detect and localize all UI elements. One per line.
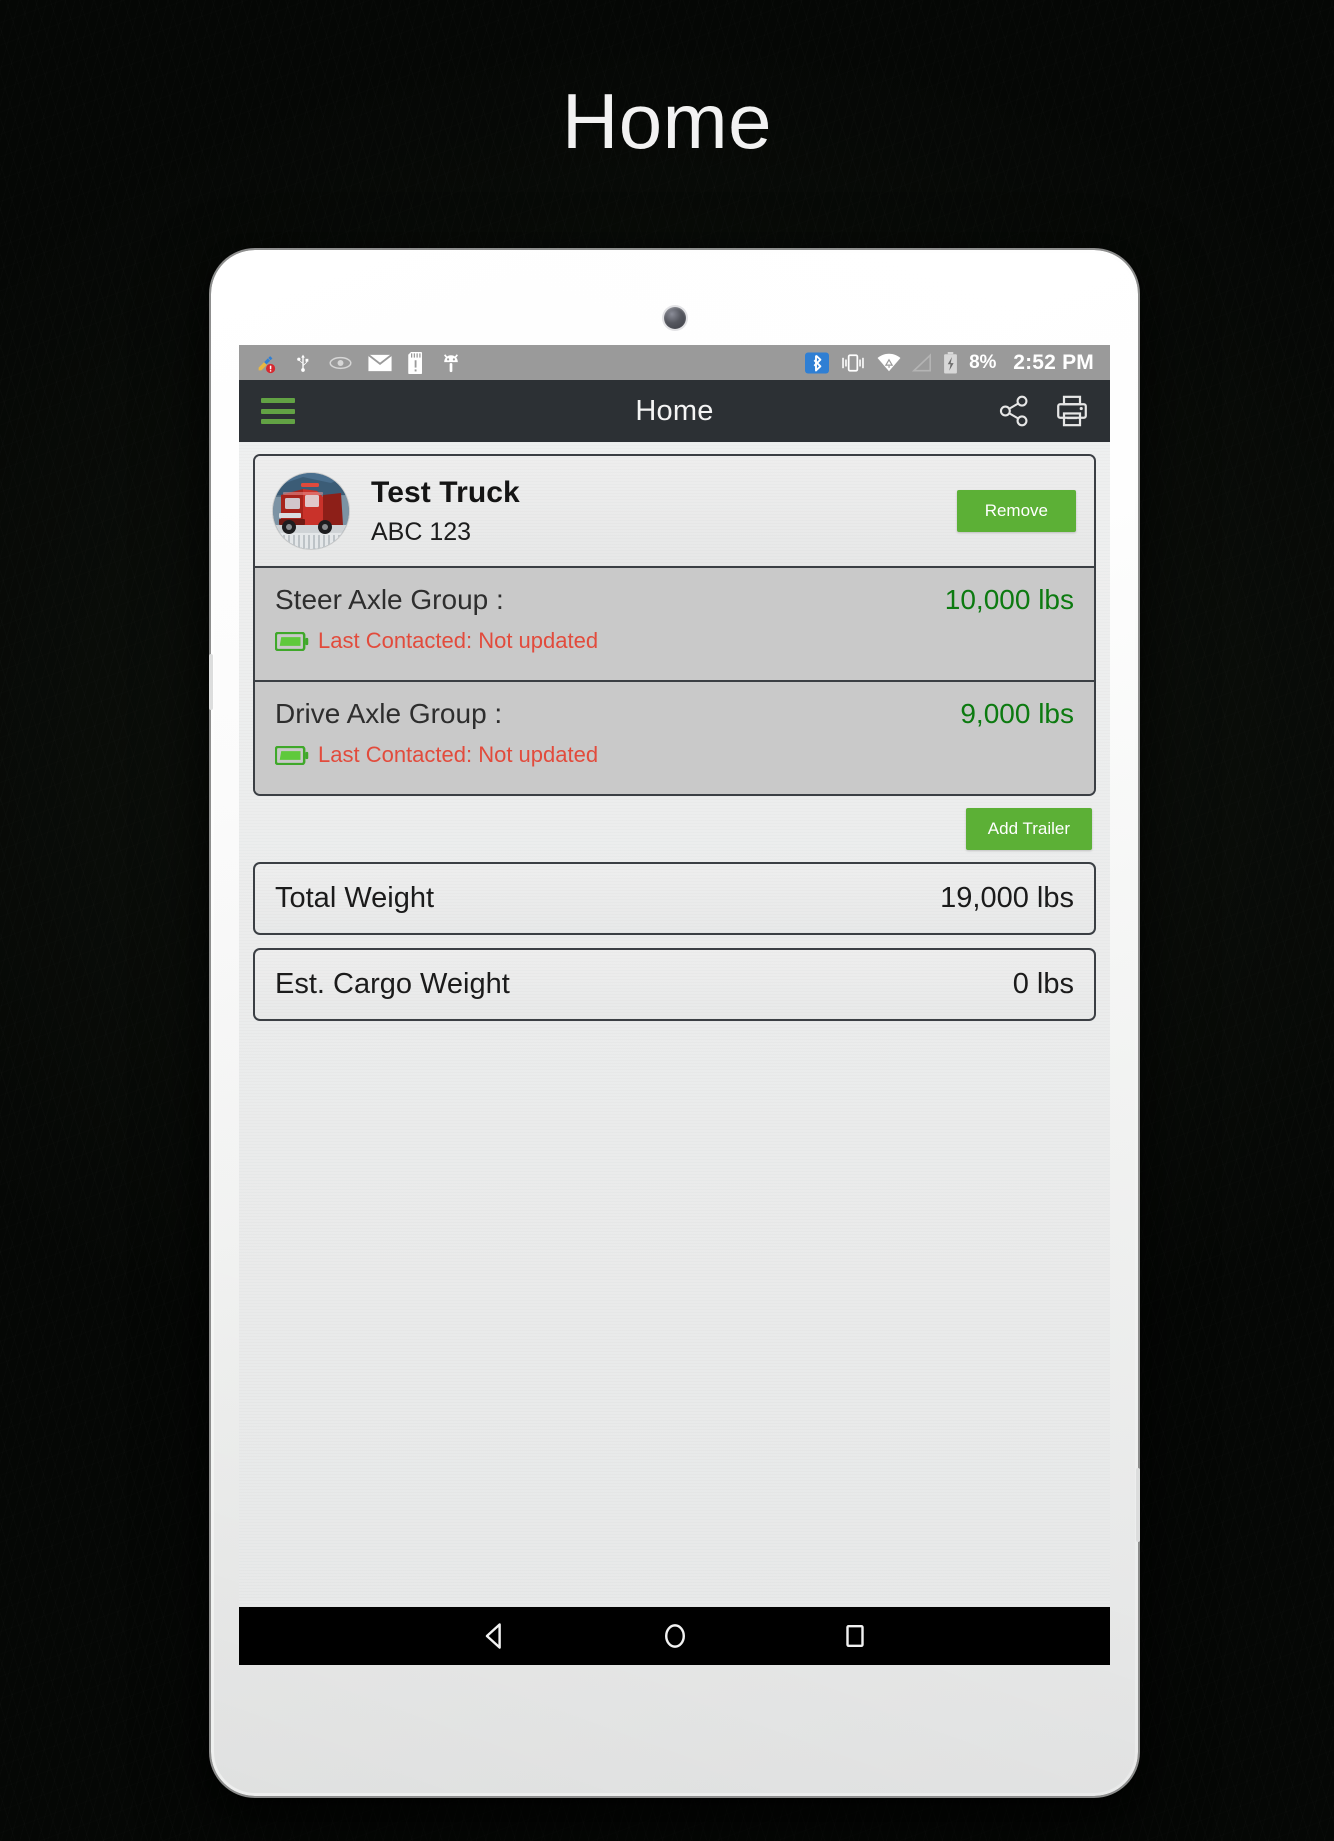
power-button[interactable]: [209, 654, 213, 710]
status-bar-right-icons: 8% 2:52 PM: [805, 351, 1094, 375]
est-cargo-weight-row: Est. Cargo Weight 0 lbs: [253, 948, 1096, 1021]
vibrate-icon: [840, 353, 866, 373]
screenshot-root: Home 8% 2:52 PM Home Test Truck ABC 123 …: [0, 0, 1334, 1841]
axle-group-weight: 10,000 lbs: [944, 584, 1074, 615]
axle-group-row[interactable]: Steer Axle Group : 10,000 lbs Last Conta…: [255, 566, 1094, 680]
menu-line: [261, 419, 295, 424]
android-status-bar: 8% 2:52 PM: [239, 345, 1110, 380]
vehicle-name: Test Truck: [371, 475, 520, 509]
add-trailer-button[interactable]: Add Trailer: [965, 808, 1092, 850]
axle-group-label: Steer Axle Group :: [275, 584, 504, 615]
axle-group-row[interactable]: Drive Axle Group : 9,000 lbs Last Contac…: [255, 680, 1094, 794]
remove-button[interactable]: Remove: [956, 490, 1076, 532]
menu-line: [261, 398, 295, 403]
axle-group-status-text: Last Contacted: Not updated: [318, 628, 599, 653]
signal-icon: [912, 352, 932, 373]
axle-group-header: Steer Axle Group : 10,000 lbs: [275, 584, 1074, 616]
truck-photo-avatar[interactable]: [273, 473, 349, 549]
battery-full-icon: [275, 745, 309, 765]
bluetooth-icon: [805, 351, 830, 375]
est-cargo-weight-value: 0 lbs: [1012, 968, 1074, 1000]
add-trailer-row: Add Trailer: [253, 796, 1096, 862]
android-nav-bar: [239, 1607, 1110, 1665]
menu-line: [261, 408, 295, 414]
hamburger-menu-icon[interactable]: [261, 398, 295, 424]
total-weight-label: Total Weight: [275, 882, 435, 914]
app-bar-actions: [998, 395, 1088, 427]
axle-group-header: Drive Axle Group : 9,000 lbs: [275, 698, 1074, 730]
axle-group-label: Drive Axle Group :: [275, 698, 503, 729]
axle-group-status: Last Contacted: Not updated: [275, 628, 1074, 654]
vehicle-header: Test Truck ABC 123 Remove: [255, 456, 1094, 566]
total-weight-row: Total Weight 19,000 lbs: [253, 862, 1096, 935]
status-bar-left-icons: [255, 351, 461, 374]
android-debug-icon: [441, 352, 461, 374]
usb-icon: [293, 352, 313, 374]
page-title: Home: [561, 77, 773, 165]
status-bar-clock: 2:52 PM: [1013, 350, 1094, 374]
total-weight-value: 19,000 lbs: [940, 882, 1074, 914]
battery-charging-icon: [943, 351, 958, 374]
sd-card-icon: [408, 351, 425, 374]
volume-button[interactable]: [1136, 1468, 1140, 1542]
front-camera-icon: [663, 307, 686, 329]
axle-group-status-text: Last Contacted: Not updated: [318, 742, 599, 767]
axle-group-weight: 9,000 lbs: [960, 698, 1074, 729]
home-button[interactable]: [660, 1621, 690, 1651]
vehicle-card[interactable]: Test Truck ABC 123 Remove Steer Axle Gro…: [253, 454, 1096, 796]
print-icon[interactable]: [1056, 395, 1088, 427]
email-icon: [368, 353, 392, 372]
axle-group-status: Last Contacted: Not updated: [275, 742, 1074, 768]
app-bar-title: Home: [635, 394, 714, 427]
est-cargo-weight-label: Est. Cargo Weight: [275, 968, 510, 1000]
main-content: Test Truck ABC 123 Remove Steer Axle Gro…: [239, 442, 1110, 1607]
back-button[interactable]: [480, 1621, 510, 1651]
vehicle-text: Test Truck ABC 123: [371, 476, 520, 547]
share-icon[interactable]: [998, 395, 1030, 427]
wifi-icon: [877, 353, 901, 373]
device-screen: 8% 2:52 PM Home Test Truck ABC 123 Remov…: [239, 345, 1110, 1665]
battery-full-icon: [275, 631, 309, 651]
eye-icon: [329, 355, 352, 371]
battery-percentage: 8%: [969, 351, 997, 373]
vehicle-plate: ABC 123: [371, 517, 472, 546]
tablet-device: 8% 2:52 PM Home Test Truck ABC 123 Remov…: [209, 250, 1140, 1796]
recents-button[interactable]: [840, 1621, 870, 1651]
app-bar: Home: [239, 380, 1110, 442]
cleaner-alert-icon: [255, 352, 277, 374]
